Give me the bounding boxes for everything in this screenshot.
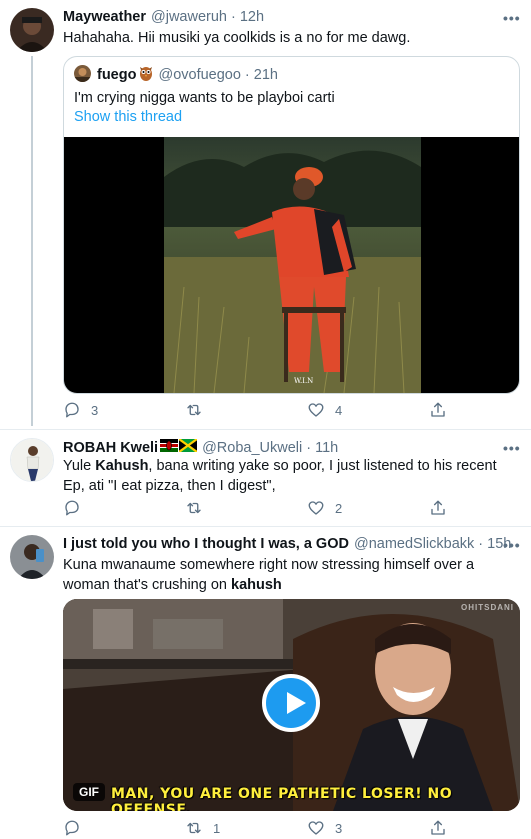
tweet-text: Kuna mwanaume somewhere right now stress… <box>63 555 503 595</box>
avatar-image <box>10 8 54 52</box>
retweet-button[interactable] <box>185 401 213 419</box>
show-this-thread-link[interactable]: Show this thread <box>74 107 182 127</box>
share-icon <box>431 500 445 515</box>
quoted-tweet[interactable]: fuego @ovofuegoo · 21h I'm crying nigga … <box>63 56 520 394</box>
more-options-icon[interactable]: ••• <box>503 10 521 26</box>
reply-count: 3 <box>91 402 99 418</box>
highlighted-term: kahush <box>231 577 282 593</box>
kenya-flag-icon <box>160 439 179 456</box>
owl-emoji-icon <box>139 65 153 85</box>
like-button[interactable]: 4 <box>307 401 342 419</box>
user-handle[interactable]: @namedSlickbakk <box>354 536 474 552</box>
separator: · <box>244 67 250 83</box>
tweet-text: Hahahaha. Hii musiki ya coolkids is a no… <box>63 30 411 46</box>
tweet-namedslickbakk[interactable]: I just told you who I thought I was, a G… <box>0 527 531 839</box>
user-handle[interactable]: @jwaweruh <box>151 9 227 25</box>
like-button[interactable]: 2 <box>307 499 342 517</box>
jamaica-flag-icon <box>178 438 198 456</box>
more-options-icon[interactable]: ••• <box>503 537 521 553</box>
share-button[interactable] <box>429 499 447 517</box>
retweet-count: 1 <box>213 820 221 836</box>
quote-timestamp: 21h <box>253 67 278 83</box>
tweet-robah-kweli[interactable]: ROBAH Kweli @Roba_Ukweli · 11h ••• Yule … <box>0 430 531 526</box>
share-button[interactable] <box>429 401 447 419</box>
text-segment: Yule <box>63 458 96 474</box>
retweet-icon <box>187 822 201 834</box>
heart-icon <box>308 403 324 417</box>
separator: · <box>478 536 484 552</box>
share-button[interactable] <box>429 819 447 837</box>
heart-icon <box>308 821 324 835</box>
user-handle[interactable]: @Roba_Ukweli <box>202 440 302 456</box>
reply-icon <box>65 500 79 516</box>
like-count: 4 <box>335 402 343 418</box>
timestamp[interactable]: 11h <box>315 440 338 456</box>
share-icon <box>431 402 445 417</box>
like-button[interactable]: 3 <box>307 819 342 837</box>
retweet-icon <box>187 404 201 416</box>
quote-text: I'm crying nigga wants to be playboi car… <box>74 90 335 106</box>
heart-icon <box>308 501 324 515</box>
retweet-icon <box>187 502 201 514</box>
retweet-button[interactable]: 1 <box>185 819 220 837</box>
timestamp[interactable]: 12h <box>240 9 264 25</box>
gif-watermark: OHITSDANI <box>461 603 514 612</box>
gif-media[interactable]: OHITSDANI GIF MAN, YOU ARE ONE PATHETIC … <box>63 599 520 811</box>
gif-caption: MAN, YOU ARE ONE PATHETIC LOSER! NO OFFE… <box>111 786 453 811</box>
separator: · <box>306 439 312 456</box>
tweet-header: ROBAH Kweli @Roba_Ukweli · 11h <box>63 438 338 456</box>
avatar-image <box>11 439 53 481</box>
play-button-icon[interactable] <box>262 674 320 732</box>
quote-avatar <box>74 65 91 82</box>
tweet-text: Yule Kahush, bana writing yake so poor, … <box>63 456 518 496</box>
tweet-mayweather[interactable]: Mayweather @jwaweruh · 12h ••• Hahahaha.… <box>0 0 531 430</box>
display-name[interactable]: ROBAH Kweli <box>63 440 158 456</box>
display-name[interactable]: I just told you who I thought I was, a G… <box>63 536 349 552</box>
reply-button[interactable]: 3 <box>63 401 98 419</box>
quote-media-image[interactable]: W.I.N <box>64 137 519 393</box>
quote-display-name: fuego <box>97 67 137 83</box>
avatar-image <box>10 535 54 579</box>
avatar[interactable] <box>10 438 54 482</box>
thread-line <box>31 56 33 426</box>
avatar[interactable] <box>10 535 54 579</box>
quote-header: fuego @ovofuegoo · 21h <box>97 65 278 85</box>
share-icon <box>431 820 445 835</box>
album-label: W.I.N <box>294 377 313 385</box>
highlighted-term: Kahush <box>95 458 149 474</box>
tweet-header: I just told you who I thought I was, a G… <box>63 536 511 552</box>
like-count: 2 <box>335 500 343 516</box>
gif-badge: GIF <box>73 783 105 801</box>
tweet-header: Mayweather @jwaweruh · 12h <box>63 9 264 25</box>
like-count: 3 <box>335 820 343 836</box>
display-name[interactable]: Mayweather <box>63 9 146 25</box>
avatar[interactable] <box>10 8 54 52</box>
separator: · <box>231 9 236 25</box>
reply-icon <box>65 402 79 418</box>
more-options-icon[interactable]: ••• <box>503 440 521 456</box>
retweet-button[interactable] <box>185 499 213 517</box>
reply-button[interactable] <box>63 499 91 517</box>
reply-button[interactable] <box>63 819 91 837</box>
quote-user-handle: @ovofuegoo <box>158 67 241 83</box>
reply-icon <box>65 820 79 836</box>
album-cover-image: W.I.N <box>164 137 421 393</box>
